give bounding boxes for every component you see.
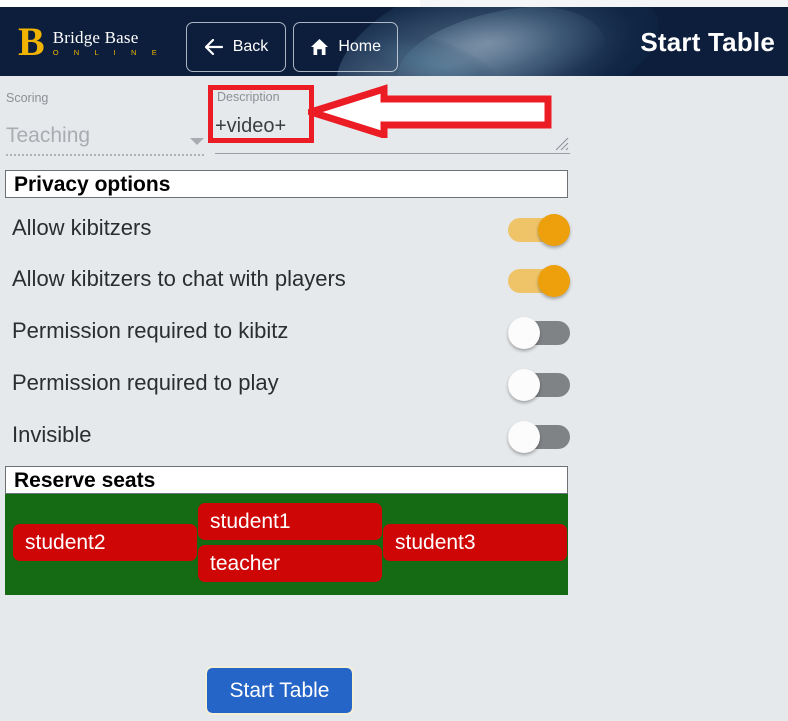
arrow-left-icon [204, 37, 224, 57]
seat-west[interactable]: student2 [13, 524, 197, 561]
page-title: Start Table [640, 27, 775, 57]
toggle-knob [508, 369, 540, 401]
reserve-seats-header: Reserve seats [5, 466, 568, 494]
privacy-option-row: Permission required to play [0, 361, 788, 412]
option-label-allow-kibitzers-chat: Allow kibitzers to chat with players [12, 266, 346, 291]
toggle-permission-play[interactable] [508, 369, 570, 401]
logo-subtitle: O N L I N E [52, 47, 164, 57]
scoring-select-underline [6, 154, 204, 156]
description-input-underline [215, 153, 570, 154]
header-background-art-highlight [390, 7, 610, 76]
scoring-select-value[interactable]: Teaching [6, 124, 90, 148]
home-icon [310, 37, 329, 57]
description-label: Description [217, 90, 280, 104]
home-button-label: Home [338, 38, 381, 55]
logo-title: Bridge Base [52, 27, 139, 47]
textarea-resize-handle-icon[interactable] [552, 134, 570, 152]
reserve-seats-table: student1 teacher student2 student3 [5, 494, 568, 595]
toggle-allow-kibitzers-chat[interactable] [508, 265, 570, 297]
privacy-option-row: Permission required to kibitz [0, 309, 788, 360]
toggle-allow-kibitzers[interactable] [508, 214, 570, 246]
back-button-label: Back [232, 38, 269, 55]
app-header: B Bridge Base O N L I N E Back Home Star… [0, 7, 788, 76]
start-table-button[interactable]: Start Table [205, 666, 354, 715]
toggle-permission-kibitz[interactable] [508, 317, 570, 349]
option-label-permission-play: Permission required to play [12, 370, 279, 395]
seat-south[interactable]: teacher [198, 545, 382, 582]
bridge-base-logo[interactable]: B Bridge Base O N L I N E [18, 20, 163, 64]
toggle-knob [508, 317, 540, 349]
toggle-knob [538, 214, 570, 246]
table-settings-form: Scoring Teaching Description +video+ [0, 76, 788, 158]
home-button[interactable]: Home [293, 22, 398, 72]
option-label-permission-kibitz: Permission required to kibitz [12, 318, 289, 343]
logo-monogram-icon: B [18, 19, 45, 64]
privacy-options-header: Privacy options [5, 170, 568, 198]
toggle-knob [508, 421, 540, 453]
option-label-allow-kibitzers: Allow kibitzers [12, 215, 152, 240]
option-label-invisible: Invisible [12, 422, 92, 447]
description-input[interactable]: +video+ [215, 115, 286, 138]
seat-north[interactable]: student1 [198, 503, 382, 540]
top-strip-shade [420, 0, 788, 7]
privacy-option-row: Invisible [0, 413, 788, 464]
logo-wordmark: Bridge Base O N L I N E [53, 27, 164, 58]
scoring-label: Scoring [6, 91, 49, 105]
privacy-option-row: Allow kibitzers [0, 206, 788, 257]
privacy-option-row: Allow kibitzers to chat with players [0, 257, 788, 308]
seat-east[interactable]: student3 [383, 524, 567, 561]
chevron-down-icon[interactable] [190, 138, 204, 145]
toggle-knob [538, 265, 570, 297]
back-button[interactable]: Back [186, 22, 286, 72]
toggle-invisible[interactable] [508, 421, 570, 453]
